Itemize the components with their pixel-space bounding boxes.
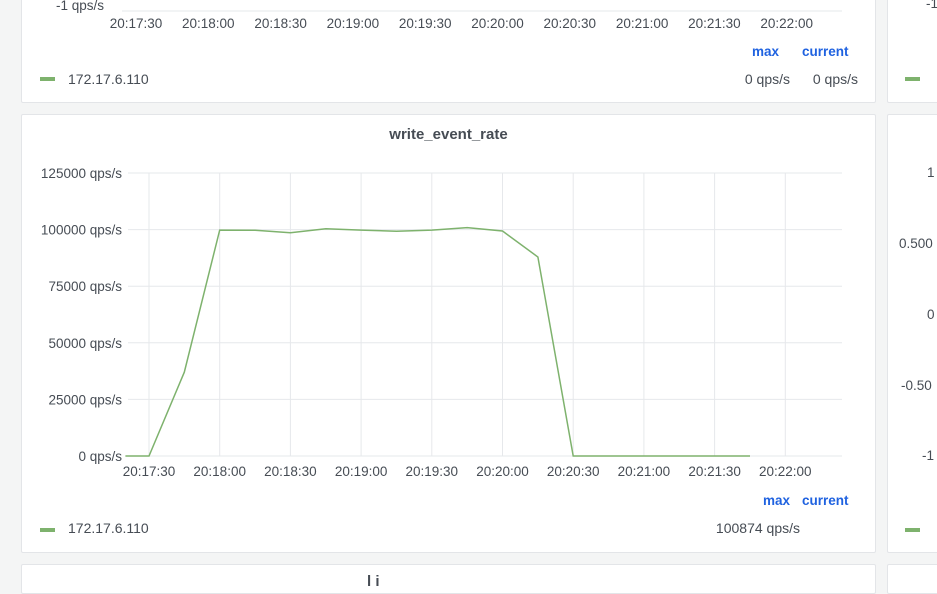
y-tick-label: 100000 qps/s — [41, 223, 122, 238]
x-tick-label: 20:18:30 — [264, 464, 317, 479]
top-x-tick-label: 20:20:00 — [471, 16, 524, 31]
top-x-tick-label: 20:20:30 — [544, 16, 597, 31]
x-tick-label: 20:22:00 — [759, 464, 812, 479]
top-y-tick: -1 qps/s — [56, 0, 104, 13]
x-tick-label: 20:19:30 — [406, 464, 459, 479]
y-tick-label: 0 qps/s — [78, 449, 122, 464]
top-x-tick-label: 20:18:00 — [182, 16, 235, 31]
x-tick-label: 20:20:30 — [547, 464, 600, 479]
main-legend-series-name[interactable]: 172.17.6.110 — [68, 520, 149, 536]
x-tick-label: 20:21:30 — [688, 464, 741, 479]
top-x-tick-label: 20:19:00 — [327, 16, 380, 31]
top-x-tick-label: 20:21:00 — [616, 16, 669, 31]
top-x-tick-label: 20:21:30 — [688, 16, 741, 31]
right-tick-1: 1 — [927, 165, 935, 180]
top-legend-current-value: 0 qps/s — [812, 71, 858, 87]
right-tick-4: -0.50 — [901, 378, 932, 393]
right-tick-2: 0.500 — [899, 236, 933, 251]
main-legend-max-value: 100874 qps/s — [715, 520, 800, 536]
top-legend-current-header[interactable]: current — [802, 44, 849, 59]
main-legend-max-header[interactable]: max — [763, 493, 790, 508]
y-tick-label: 25000 qps/s — [48, 392, 122, 407]
series-line — [125, 226, 750, 457]
top-x-tick-label: 20:17:30 — [110, 16, 163, 31]
bottom-panel-title-partial[interactable]: l i — [367, 573, 380, 590]
x-tick-label: 20:19:00 — [335, 464, 388, 479]
right-tick-5: -1 — [922, 448, 935, 463]
panel-bottom-partial: l i — [21, 564, 876, 594]
x-tick-label: 20:18:00 — [193, 464, 246, 479]
right-main-legend-swatch[interactable] — [905, 528, 920, 532]
y-tick-label: 125000 qps/s — [41, 166, 122, 181]
panel-right-top-partial: -1 — [887, 0, 937, 103]
x-tick-label: 20:17:30 — [123, 464, 176, 479]
main-legend-swatch[interactable] — [40, 528, 55, 532]
top-legend-max-value: 0 qps/s — [744, 71, 790, 87]
top-legend-max-header[interactable]: max — [752, 44, 779, 59]
top-x-tick-label: 20:18:30 — [254, 16, 307, 31]
write-event-rate-chart: 125000 qps/s 100000 qps/s 75000 qps/s 50000… — [41, 166, 842, 479]
top-legend-series-name[interactable]: 172.17.6.110 — [68, 71, 149, 87]
top-x-ticks: 20:17:30 20:18:00 20:18:30 20:19:00 20:19:30… — [110, 16, 813, 31]
x-tick-label: 20:21:00 — [618, 464, 671, 479]
y-tick-label: 50000 qps/s — [48, 336, 122, 351]
panel-write-event-rate: write_event_rate 125000 qps/s 100000 qps/… — [21, 114, 876, 553]
top-legend-swatch[interactable] — [40, 77, 55, 81]
panel-right-main-partial: 1 0.500 0 -0.50 -1 — [887, 114, 937, 553]
top-x-tick-label: 20:19:30 — [399, 16, 452, 31]
panel-right-bottom-partial — [887, 564, 937, 594]
panel-top-partial: -1 qps/s 20:17:30 20:18:00 20:18:30 20:19:0… — [21, 0, 876, 103]
x-tick-label: 20:20:00 — [476, 464, 529, 479]
main-legend-current-header[interactable]: current — [802, 493, 849, 508]
top-x-tick-label: 20:22:00 — [760, 16, 813, 31]
top-axis: -1 qps/s 20:17:30 20:18:00 20:18:30 20:19:0… — [56, 0, 842, 31]
right-top-legend-swatch[interactable] — [905, 77, 920, 81]
y-tick-label: 75000 qps/s — [48, 279, 122, 294]
right-tick-3: 0 — [927, 307, 935, 322]
right-top-tick: -1 — [926, 0, 937, 11]
